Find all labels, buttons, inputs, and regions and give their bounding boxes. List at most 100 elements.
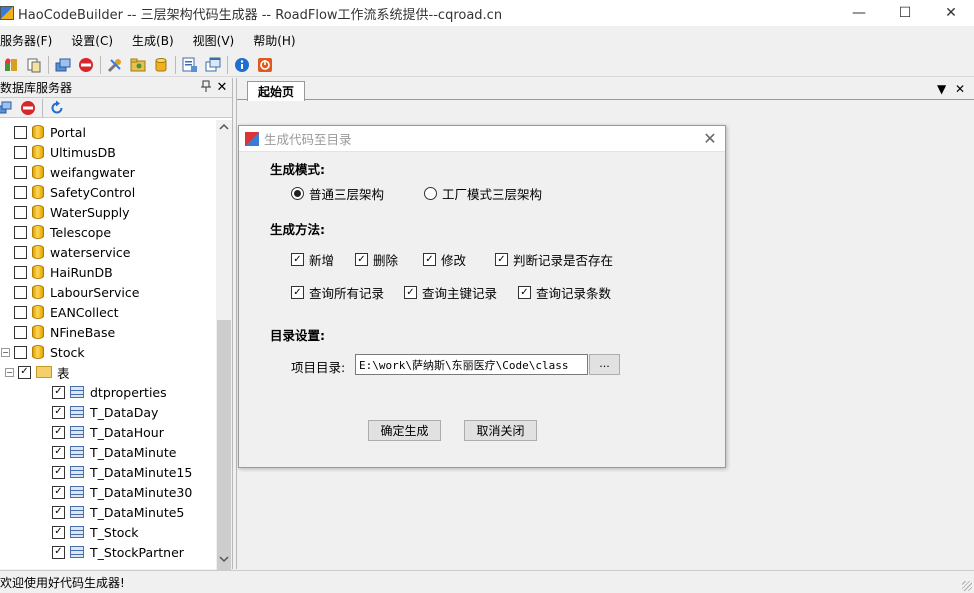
tree-database-node[interactable]: waterservice (14, 242, 130, 262)
tree-checkbox[interactable]: ✓ (52, 505, 65, 519)
tree-checkbox[interactable]: ✓ (52, 545, 65, 559)
tree-folder-node[interactable]: − ✓ 表 (5, 362, 70, 382)
tree-database-node[interactable]: Telescope (14, 222, 111, 242)
tree-checkbox[interactable]: ✓ (52, 485, 65, 499)
tree-checkbox[interactable]: ✓ (18, 365, 31, 379)
tree-checkbox[interactable]: ✓ (52, 385, 65, 399)
tree-checkbox[interactable]: ✓ (52, 445, 65, 459)
collapse-icon[interactable]: − (1, 347, 10, 357)
dialog-close-button[interactable]: ✕ (695, 129, 725, 148)
pin-icon[interactable] (198, 80, 214, 95)
tab-start-page[interactable]: 起始页 (247, 81, 306, 101)
method-delete-checkbox[interactable]: ✓ 删除 (355, 250, 398, 269)
collapse-icon[interactable]: − (5, 367, 14, 377)
tree-checkbox[interactable] (14, 285, 27, 299)
browse-button[interactable]: ... (589, 354, 620, 375)
cancel-close-button[interactable]: 取消关闭 (464, 420, 537, 441)
method-query-all-checkbox[interactable]: ✓ 查询所有记录 (291, 283, 384, 302)
menu-build[interactable]: 生成(B) (132, 32, 174, 49)
tree-checkbox[interactable] (14, 265, 27, 279)
stop-icon[interactable] (19, 99, 37, 117)
tree-checkbox[interactable] (14, 125, 27, 139)
menu-settings[interactable]: 设置(C) (71, 32, 113, 49)
copy-icon[interactable] (25, 56, 43, 74)
checkbox[interactable]: ✓ (291, 286, 304, 299)
tree-database-node[interactable]: Portal (14, 122, 86, 142)
project-dir-input[interactable]: E:\work\萨纳斯\东丽医疗\Code\class (355, 354, 588, 375)
mode-factory-radio[interactable]: 工厂模式三层架构 (424, 184, 542, 203)
radio-button[interactable] (291, 187, 304, 200)
tree-checkbox[interactable] (14, 205, 27, 219)
tree-checkbox[interactable]: ✓ (52, 465, 65, 479)
connect-icon[interactable] (54, 56, 72, 74)
tab-dropdown-icon[interactable]: ▼ (937, 82, 946, 96)
tree-checkbox[interactable] (14, 325, 27, 339)
scroll-down-icon[interactable] (216, 552, 232, 569)
info-icon[interactable] (233, 56, 251, 74)
method-add-checkbox[interactable]: ✓ 新增 (291, 250, 334, 269)
method-update-checkbox[interactable]: ✓ 修改 (423, 250, 466, 269)
method-query-count-checkbox[interactable]: ✓ 查询记录条数 (518, 283, 611, 302)
confirm-generate-button[interactable]: 确定生成 (368, 420, 441, 441)
tools-icon[interactable] (106, 56, 124, 74)
tree-table-node[interactable]: ✓ T_DataMinute (52, 442, 176, 462)
tree-checkbox[interactable]: ✓ (52, 525, 65, 539)
tree-checkbox[interactable]: ✓ (52, 425, 65, 439)
tree-database-node[interactable]: UltimusDB (14, 142, 116, 162)
exit-icon[interactable] (256, 56, 274, 74)
close-window-button[interactable]: ✕ (928, 0, 974, 26)
checkbox[interactable]: ✓ (495, 253, 508, 266)
tree-database-node[interactable]: NFineBase (14, 322, 115, 342)
tree-database-node[interactable]: weifangwater (14, 162, 135, 182)
tree-table-node[interactable]: ✓ T_StockPartner (52, 542, 184, 562)
tree-checkbox[interactable] (14, 245, 27, 259)
menu-view[interactable]: 视图(V) (193, 32, 235, 49)
mode-normal-radio[interactable]: 普通三层架构 (291, 184, 384, 203)
tree-checkbox[interactable] (14, 145, 27, 159)
tree-table-node[interactable]: ✓ T_DataMinute5 (52, 502, 184, 522)
checkbox[interactable]: ✓ (423, 253, 436, 266)
tree-table-node[interactable]: ✓ T_DataMinute30 (52, 482, 192, 502)
checkbox[interactable]: ✓ (355, 253, 368, 266)
tree-table-node[interactable]: ✓ T_DataDay (52, 402, 158, 422)
tree-checkbox[interactable] (14, 185, 27, 199)
add-server-icon[interactable] (2, 56, 20, 74)
tree-checkbox[interactable] (14, 305, 27, 319)
scrollbar-thumb[interactable] (217, 320, 231, 570)
tree-scrollbar[interactable] (216, 120, 232, 570)
scroll-up-icon[interactable] (216, 120, 232, 137)
tree-database-node[interactable]: EANCollect (14, 302, 119, 322)
stop-icon[interactable] (77, 56, 95, 74)
tab-close-button[interactable]: ✕ (955, 82, 965, 96)
export-icon[interactable] (181, 56, 199, 74)
tree-table-node[interactable]: ✓ T_Stock (52, 522, 138, 542)
window-icon[interactable] (204, 56, 222, 74)
tree-database-node[interactable]: WaterSupply (14, 202, 130, 222)
menu-server[interactable]: 服务器(F) (0, 32, 52, 49)
tree-checkbox[interactable] (14, 225, 27, 239)
folder-icon[interactable] (129, 56, 147, 74)
minimize-button[interactable]: — (836, 0, 882, 26)
checkbox[interactable]: ✓ (518, 286, 531, 299)
method-exists-checkbox[interactable]: ✓ 判断记录是否存在 (495, 250, 613, 269)
radio-button[interactable] (424, 187, 437, 200)
tree-checkbox[interactable] (14, 345, 27, 359)
tree-table-node[interactable]: ✓ dtproperties (52, 382, 167, 402)
tree-database-node[interactable]: − Stock (1, 342, 85, 362)
maximize-button[interactable]: ☐ (882, 0, 928, 26)
tree-table-node[interactable]: ✓ T_DataHour (52, 422, 164, 442)
method-query-pk-checkbox[interactable]: ✓ 查询主键记录 (404, 283, 497, 302)
tree-database-node[interactable]: SafetyControl (14, 182, 135, 202)
panel-close-button[interactable]: ✕ (214, 80, 230, 95)
checkbox[interactable]: ✓ (404, 286, 417, 299)
tree-database-node[interactable]: LabourService (14, 282, 139, 302)
connect-icon[interactable] (0, 99, 14, 117)
menu-help[interactable]: 帮助(H) (253, 32, 295, 49)
tree-checkbox[interactable]: ✓ (52, 405, 65, 419)
tree-checkbox[interactable] (14, 165, 27, 179)
tree-table-node[interactable]: ✓ T_DataMinute15 (52, 462, 192, 482)
tree-database-node[interactable]: HaiRunDB (14, 262, 113, 282)
refresh-icon[interactable] (48, 99, 66, 117)
database-icon[interactable] (152, 56, 170, 74)
checkbox[interactable]: ✓ (291, 253, 304, 266)
